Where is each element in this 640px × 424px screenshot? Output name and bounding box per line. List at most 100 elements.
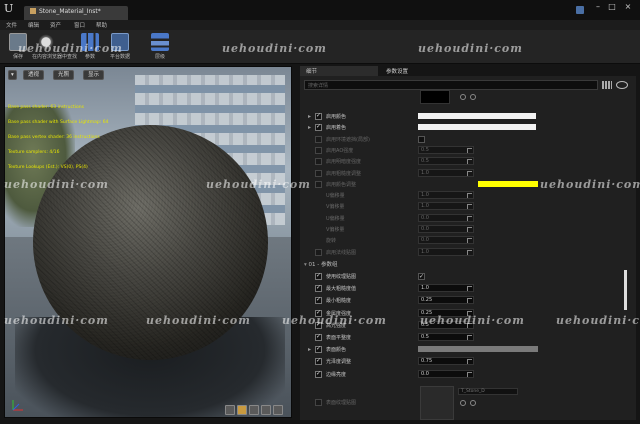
texture-browse-icon[interactable]	[460, 400, 466, 406]
property-row: V偏移量 0.0	[300, 225, 636, 234]
value-input[interactable]: 0.75	[418, 357, 474, 366]
cylinder-shape-icon[interactable]	[225, 405, 235, 415]
minimize-icon[interactable]: –	[592, 2, 604, 12]
value-checkbox[interactable]	[418, 135, 425, 143]
texture-asset-picker[interactable]: T_Stone_D	[458, 388, 518, 395]
value-input[interactable]: 1.0	[418, 191, 474, 200]
property-label: V偏移量	[326, 204, 345, 211]
override-checkbox[interactable]	[315, 272, 322, 280]
override-checkbox[interactable]	[315, 135, 322, 143]
property-label: 启用颜色调整	[326, 181, 357, 188]
texture-label: 表面纹理贴图	[326, 400, 357, 406]
color-bar-gray[interactable]	[418, 346, 538, 353]
reset-icon[interactable]	[460, 94, 466, 100]
value-checkbox[interactable]: ✓	[418, 273, 425, 280]
tab-param-settings[interactable]: 参数设置	[380, 66, 470, 76]
value-input[interactable]: 0.5	[418, 145, 474, 154]
override-checkbox[interactable]	[315, 180, 322, 188]
value-input[interactable]: 0.0	[418, 213, 474, 222]
document-tab-label: Stone_Material_Inst*	[39, 8, 101, 15]
property-label: 光泽度调整	[326, 359, 352, 366]
close-icon[interactable]: ×	[622, 2, 634, 12]
value-input[interactable]: 0.25	[418, 296, 474, 305]
details-search-input[interactable]: 搜索详情	[304, 80, 598, 90]
value-input[interactable]: 1.0	[418, 284, 474, 293]
value-input[interactable]: 0.5	[418, 157, 474, 166]
expand-arrow-icon[interactable]: ▸	[308, 113, 311, 120]
property-row: U偏移量 1.0	[300, 191, 636, 200]
menu-file[interactable]: 文件	[6, 21, 17, 29]
help-icon[interactable]	[576, 6, 584, 14]
expand-arrow-icon[interactable]: ▸	[308, 124, 311, 131]
property-row: 启用环境遮挡(局部)	[300, 135, 636, 144]
value-input[interactable]: 1.0	[418, 202, 474, 211]
color-bar-yellow[interactable]	[478, 180, 538, 187]
plane-shape-icon[interactable]	[249, 405, 259, 415]
property-label: 启用颜色	[326, 114, 347, 120]
override-checkbox[interactable]	[315, 248, 322, 256]
property-label: U偏移量	[326, 193, 345, 200]
hierarchy-button[interactable]: 层级	[146, 32, 174, 62]
teapot-shape-icon[interactable]	[273, 405, 283, 415]
watermark: uehoudini·com	[540, 178, 640, 191]
lit-button[interactable]: 光照	[53, 70, 75, 80]
material-instance-icon	[30, 8, 36, 14]
property-row: 最小粗糙度 0.25	[300, 296, 636, 305]
menu-window[interactable]: 窗口	[74, 21, 85, 29]
value-input[interactable]: 0.0	[418, 225, 474, 233]
override-checkbox[interactable]	[315, 169, 322, 177]
override-checkbox[interactable]	[315, 370, 322, 378]
property-row: 旋转 0.0	[300, 236, 636, 245]
override-checkbox[interactable]	[315, 112, 322, 120]
watermark: uehoudini·com	[206, 178, 311, 191]
watermark: uehoudini·com	[556, 314, 640, 327]
property-row: 启用粗糙度调整 1.0	[300, 168, 636, 178]
tab-details[interactable]: 细节	[300, 66, 378, 76]
watermark: uehoudini·com	[146, 314, 251, 327]
override-checkbox[interactable]	[315, 123, 322, 132]
cube-shape-icon[interactable]	[261, 405, 271, 415]
override-checkbox[interactable]	[315, 357, 322, 366]
watermark: uehoudini·com	[420, 314, 525, 327]
expand-arrow-icon[interactable]: ▸	[308, 346, 311, 353]
value-input[interactable]: 0.0	[418, 369, 474, 378]
texture-checkbox[interactable]	[315, 399, 322, 406]
details-scrollbar[interactable]	[624, 270, 627, 310]
menu-help[interactable]: 帮助	[96, 21, 107, 29]
override-checkbox[interactable]	[315, 333, 322, 341]
eye-icon[interactable]	[616, 81, 628, 89]
texture-thumbnail[interactable]	[420, 386, 454, 420]
override-checkbox[interactable]	[315, 146, 322, 154]
document-tab[interactable]: Stone_Material_Inst*	[24, 6, 128, 20]
override-checkbox[interactable]	[315, 158, 322, 166]
param-group-section[interactable]: ▾ 01 - 参数组	[304, 260, 636, 269]
watermark: uehoudini·com	[4, 178, 109, 191]
maximize-icon[interactable]: □	[606, 2, 618, 12]
sphere-shape-icon[interactable]	[237, 405, 247, 415]
axis-gizmo-icon	[12, 400, 23, 411]
property-label: 表面平整度	[326, 335, 352, 341]
perspective-button[interactable]: 透视	[23, 70, 45, 80]
color-bar[interactable]	[418, 124, 536, 131]
property-row: 边缘亮度 0.0	[300, 369, 636, 379]
color-bar[interactable]	[418, 113, 536, 119]
watermark: uehoudini·com	[4, 314, 109, 327]
menu-asset[interactable]: 资产	[50, 21, 61, 29]
value-input[interactable]: 1.0	[418, 168, 474, 177]
property-label: 最大粗糙度值	[326, 286, 357, 293]
value-input[interactable]: 0.0	[418, 236, 474, 245]
override-checkbox[interactable]	[315, 296, 322, 305]
preview-viewport[interactable]: ▾ 透视 光照 显示 Base pass shader: 63 instruct…	[4, 66, 292, 418]
grid-view-icon[interactable]	[602, 81, 612, 89]
override-checkbox[interactable]	[315, 345, 322, 354]
browse-icon[interactable]	[470, 94, 476, 100]
show-button[interactable]: 显示	[83, 70, 105, 80]
property-label: V偏移量	[326, 227, 345, 233]
texture-use-icon[interactable]	[470, 400, 476, 406]
value-input[interactable]: 0.5	[418, 333, 474, 341]
override-checkbox[interactable]	[315, 284, 322, 293]
viewport-menu-button[interactable]: ▾	[8, 70, 17, 80]
value-input[interactable]: 1.0	[418, 247, 474, 256]
menu-edit[interactable]: 编辑	[28, 21, 39, 29]
color-swatch-black[interactable]	[420, 90, 450, 104]
